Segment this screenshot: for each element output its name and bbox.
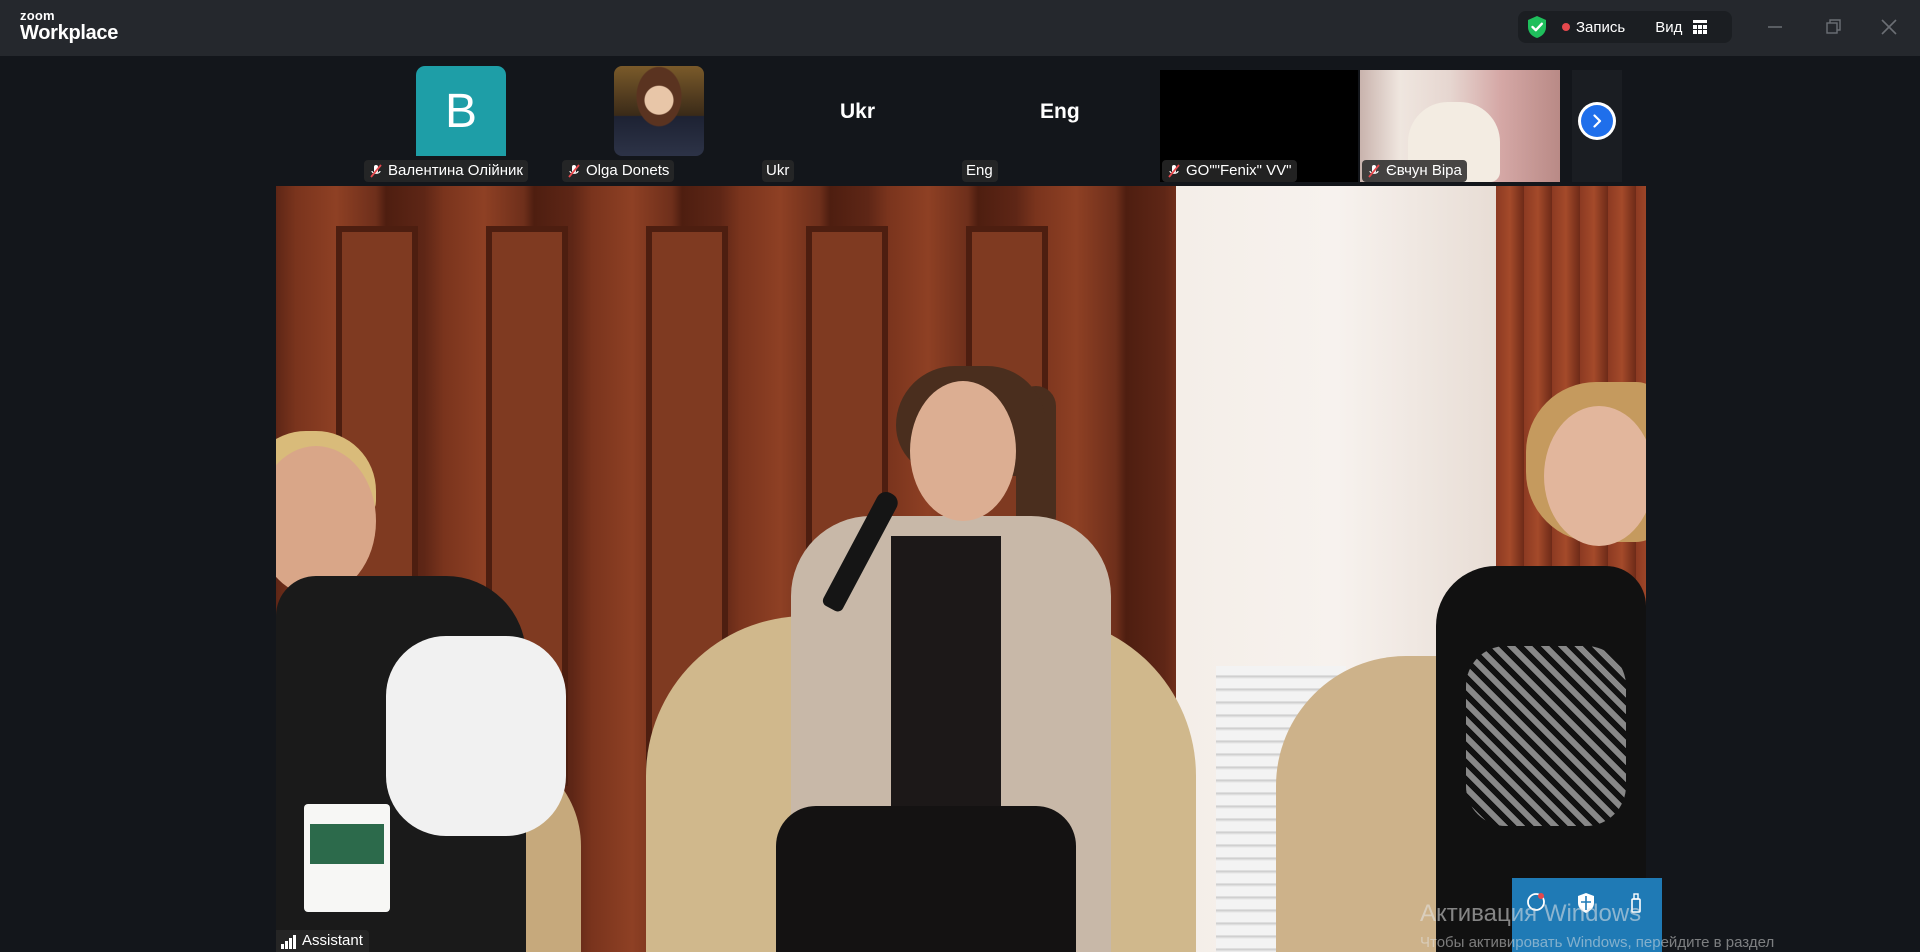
participant-video [614, 66, 704, 156]
recording-dot-icon [1562, 23, 1570, 31]
logo-bottom: Workplace [20, 22, 119, 44]
speaker-name-label: Assistant [276, 930, 369, 952]
muted-mic-icon [568, 164, 580, 178]
minimize-icon[interactable] [1762, 14, 1788, 40]
participant-name-label: Olga Donets [562, 160, 675, 182]
participant-tile-text: Ukr [840, 100, 876, 123]
active-speaker-video[interactable]: Assistant [276, 186, 1646, 952]
meeting-controls-pill: Запись Вид [1518, 11, 1732, 43]
muted-mic-icon [1168, 164, 1180, 178]
signal-strength-icon [281, 934, 296, 949]
participant-name: Ukr [766, 162, 790, 179]
participant-tile[interactable]: Olga Donets [562, 66, 742, 182]
logo-top: zoom [20, 8, 55, 23]
participant-tile[interactable]: GO""Fenix" VV" [1162, 70, 1358, 182]
participant-tile[interactable]: Євчун Віра [1362, 70, 1558, 182]
participant-avatar: В [416, 66, 506, 156]
view-button[interactable]: Вид [1655, 19, 1682, 36]
windows-activation-watermark: Активация Windows [1420, 900, 1642, 927]
chevron-right-icon [1593, 114, 1602, 128]
view-grid-icon[interactable] [1692, 19, 1708, 35]
participant-tile[interactable]: Ukr Ukr [762, 70, 942, 182]
participant-name: Євчун Віра [1386, 162, 1462, 179]
next-page-button[interactable] [1572, 70, 1622, 182]
participant-name: Olga Donets [586, 162, 670, 179]
participant-tile-text: Eng [1040, 100, 1080, 123]
participant-name-label: Eng [962, 160, 998, 182]
speaker-name: Assistant [302, 932, 363, 949]
participant-name-label: GO""Fenix" VV" [1162, 160, 1297, 182]
muted-mic-icon [370, 164, 382, 178]
participant-name-label: Валентина Олійник [364, 160, 528, 182]
participant-strip: В Валентина Олійник Olga Donets Ukr Ukr [0, 56, 1920, 186]
muted-mic-icon [1368, 164, 1380, 178]
restore-icon[interactable] [1820, 14, 1846, 40]
participant-name: GO""Fenix" VV" [1186, 162, 1292, 179]
encryption-shield-icon[interactable] [1526, 15, 1548, 39]
participant-name: Eng [966, 162, 993, 179]
participant-name: Валентина Олійник [388, 162, 523, 179]
participant-name-label: Ukr [762, 160, 795, 182]
title-bar: zoom Workplace Запись Вид [0, 0, 1920, 56]
windows-activation-hint: Чтобы активировать Windows, перейдите в … [1420, 934, 1775, 951]
zoom-logo: zoom Workplace [20, 9, 118, 43]
record-button[interactable]: Запись [1576, 19, 1625, 36]
name-badge [304, 804, 390, 912]
participant-tile[interactable]: Eng Eng [962, 70, 1142, 182]
close-icon[interactable] [1876, 14, 1902, 40]
participant-name-label: Євчун Віра [1362, 160, 1467, 182]
participant-tile[interactable]: В Валентина Олійник [364, 66, 544, 182]
